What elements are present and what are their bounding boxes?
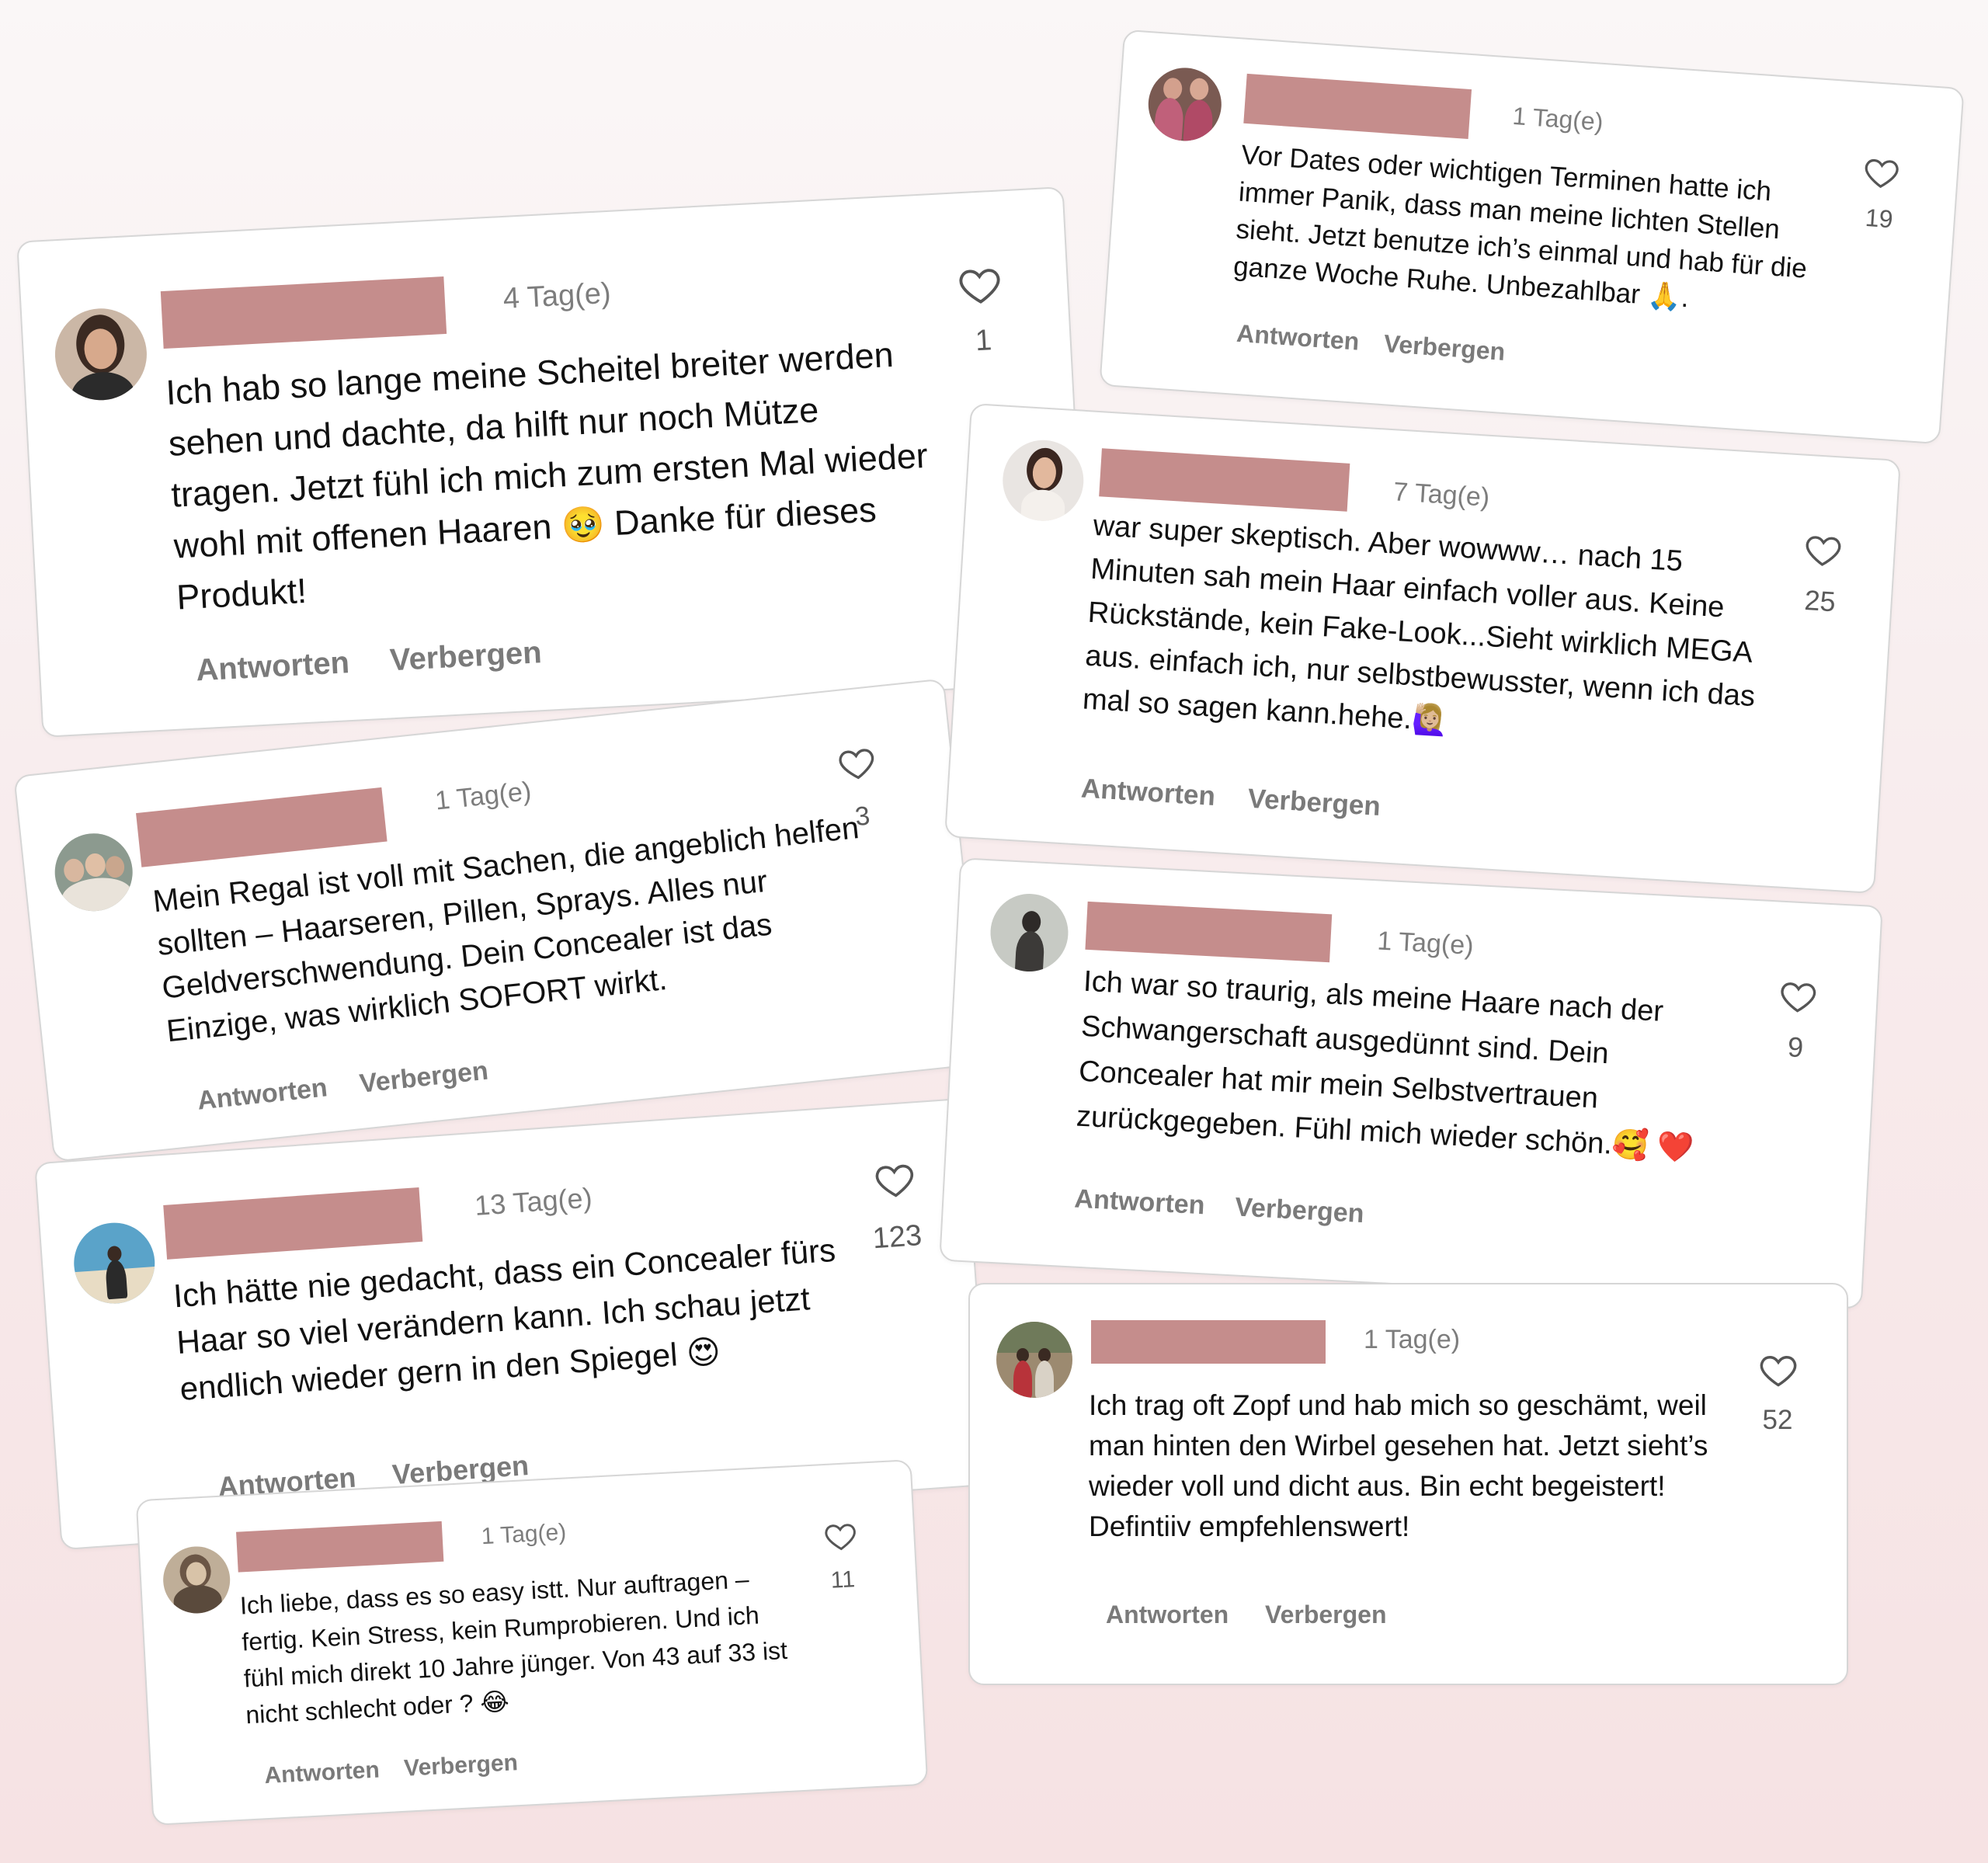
comment-card: 1 Tag(e) Ich trag oft Zopf und hab mich … [968,1283,1848,1685]
reply-button[interactable]: Antworten [1236,319,1360,356]
comment-time: 1 Tag(e) [1511,101,1604,137]
user-avatar[interactable] [1145,65,1224,144]
like-heart-icon[interactable] [1802,530,1844,571]
user-avatar[interactable] [52,306,149,403]
comment-time: 13 Tag(e) [473,1181,593,1222]
username-redacted[interactable] [163,1187,423,1260]
username-redacted[interactable] [236,1521,444,1573]
comment-card: 1 Tag(e) Ich war so traurig, als meine H… [939,857,1883,1309]
comment-text: Ich trag oft Zopf und hab mich so geschä… [1089,1389,1708,1542]
like-heart-icon[interactable] [956,261,1003,308]
user-avatar[interactable] [1000,437,1086,523]
comment-text: war super skeptisch. Aber wowww… nach 15… [1081,509,1757,739]
reply-button[interactable]: Antworten [195,645,350,688]
hide-button[interactable]: Verbergen [1383,329,1507,367]
username-redacted[interactable] [1243,73,1472,139]
hide-button[interactable]: Verbergen [403,1750,518,1782]
reply-button[interactable]: Antworten [1106,1601,1229,1629]
reply-button[interactable]: Antworten [196,1072,328,1116]
hide-button[interactable]: Verbergen [1247,784,1382,822]
like-count: 25 [1803,583,1837,618]
comment-time: 1 Tag(e) [1376,926,1475,961]
like-count: 3 [853,801,871,832]
hide-button[interactable]: Verbergen [389,635,543,678]
like-heart-icon[interactable] [1778,976,1819,1017]
comment-card: 1 Tag(e) Vor Dates oder wichtigen Termin… [1099,29,1965,445]
like-count: 19 [1864,203,1894,234]
user-avatar[interactable] [50,829,137,916]
username-redacted[interactable] [1085,901,1333,963]
like-heart-icon[interactable] [822,1518,858,1554]
comment-card: 1 Tag(e) Mein Regal ist voll mit Sachen,… [13,678,985,1163]
user-avatar[interactable] [988,892,1071,974]
comment-text: Ich liebe, dass es so easy istt. Nur auf… [239,1565,788,1729]
comment-text: Ich war so traurig, als meine Haare nach… [1076,965,1695,1166]
like-count: 1 [974,324,993,358]
comment-card: 1 Tag(e) Ich liebe, dass es so easy istt… [135,1459,929,1826]
comment-time: 1 Tag(e) [480,1519,568,1550]
reply-button[interactable]: Antworten [1074,1184,1206,1222]
comment-time: 1 Tag(e) [1364,1325,1461,1354]
like-count: 11 [829,1566,856,1594]
hide-button[interactable]: Verbergen [358,1056,489,1100]
username-redacted[interactable] [136,787,388,867]
comment-time: 7 Tag(e) [1392,477,1491,513]
like-count: 123 [871,1219,923,1256]
comment-text: Vor Dates oder wichtigen Terminen hatte … [1232,139,1809,314]
username-redacted[interactable] [160,276,447,349]
hide-button[interactable]: Verbergen [1265,1601,1387,1629]
username-redacted[interactable] [1091,1320,1326,1364]
like-heart-icon[interactable] [1861,153,1901,193]
user-avatar[interactable] [162,1545,232,1615]
comment-card: 4 Tag(e) Ich hab so lange meine Scheitel… [16,186,1090,738]
username-redacted[interactable] [1099,448,1350,512]
like-count: 9 [1787,1031,1805,1064]
comment-time: 1 Tag(e) [433,776,533,816]
comment-text: Ich hätte nie gedacht, dass ein Conceale… [172,1231,837,1408]
like-heart-icon[interactable] [872,1157,917,1202]
hide-button[interactable]: Verbergen [1234,1192,1364,1229]
like-count: 52 [1762,1405,1793,1435]
comment-text: Ich hab so lange meine Scheitel breiter … [165,334,929,617]
user-avatar[interactable] [71,1220,158,1307]
comment-time: 4 Tag(e) [502,276,612,316]
like-heart-icon[interactable] [1758,1350,1799,1390]
reply-button[interactable]: Antworten [1080,773,1216,812]
user-avatar[interactable] [996,1322,1072,1398]
reply-button[interactable]: Antworten [264,1757,381,1790]
comment-card: 7 Tag(e) war super skeptisch. Aber wowww… [944,402,1901,895]
like-heart-icon[interactable] [836,742,878,784]
